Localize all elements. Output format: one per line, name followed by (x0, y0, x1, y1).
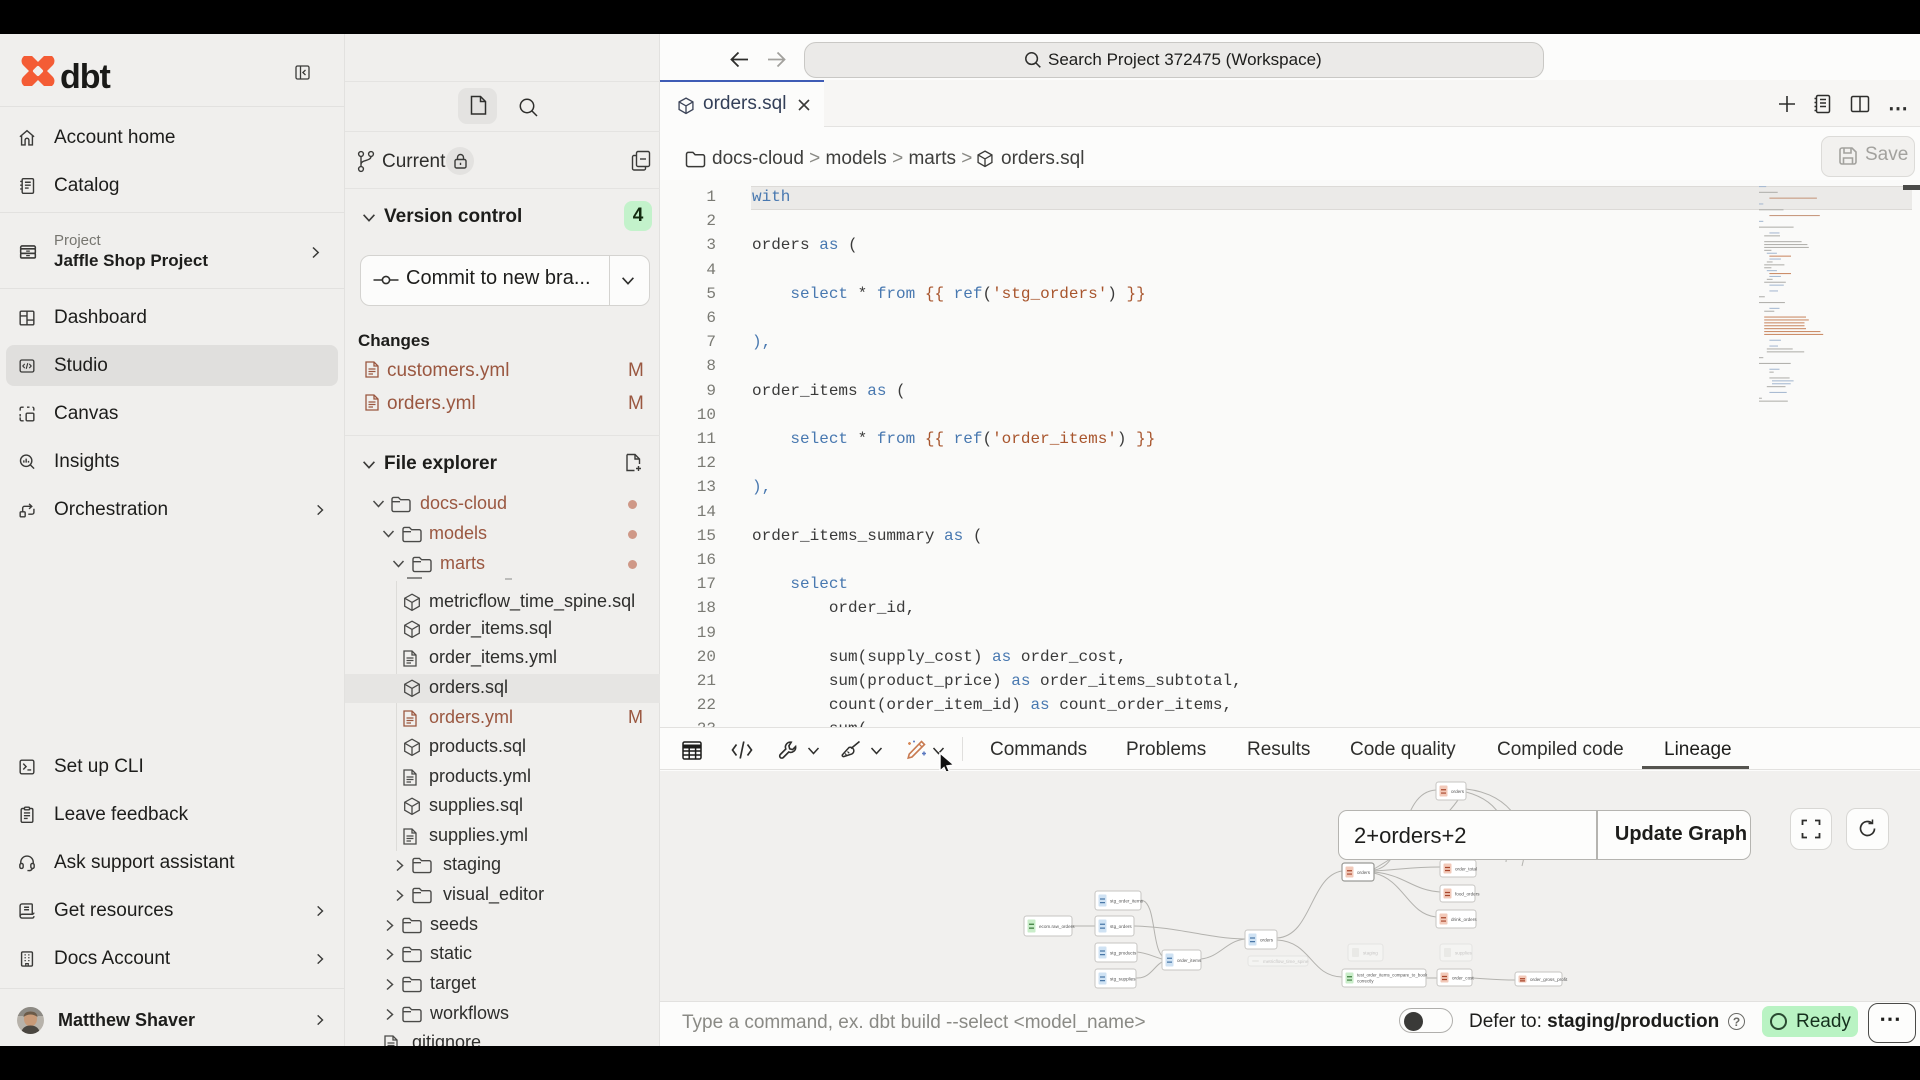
svg-text:correctly: correctly (1357, 979, 1374, 984)
svg-text:orders: orders (1357, 870, 1371, 875)
svg-text:stg_supplies: stg_supplies (1110, 977, 1136, 982)
svg-text:food_orders: food_orders (1455, 892, 1480, 897)
svg-text:stg_orders: stg_orders (1110, 924, 1132, 929)
svg-text:drink_orders: drink_orders (1451, 917, 1477, 922)
svg-text:stg_products: stg_products (1110, 951, 1137, 956)
svg-text:staging: staging (1363, 951, 1378, 956)
svg-text:orders: orders (1451, 789, 1465, 794)
svg-text:order_items: order_items (1177, 958, 1202, 963)
svg-text:test_order_items_compare_to_bo: test_order_items_compare_to_book (1357, 973, 1428, 978)
svg-text:orders: orders (1260, 938, 1274, 943)
svg-text:order_gross_profit: order_gross_profit (1530, 977, 1568, 982)
svg-text:order_cost: order_cost (1452, 976, 1474, 981)
svg-text:ecom.raw_orders: ecom.raw_orders (1039, 924, 1075, 929)
svg-text:supplies: supplies (1455, 951, 1473, 956)
svg-text:order_total: order_total (1455, 867, 1477, 872)
svg-text:metricflow_time_spine: metricflow_time_spine (1263, 959, 1309, 964)
svg-text:stg_order_items: stg_order_items (1110, 899, 1144, 904)
